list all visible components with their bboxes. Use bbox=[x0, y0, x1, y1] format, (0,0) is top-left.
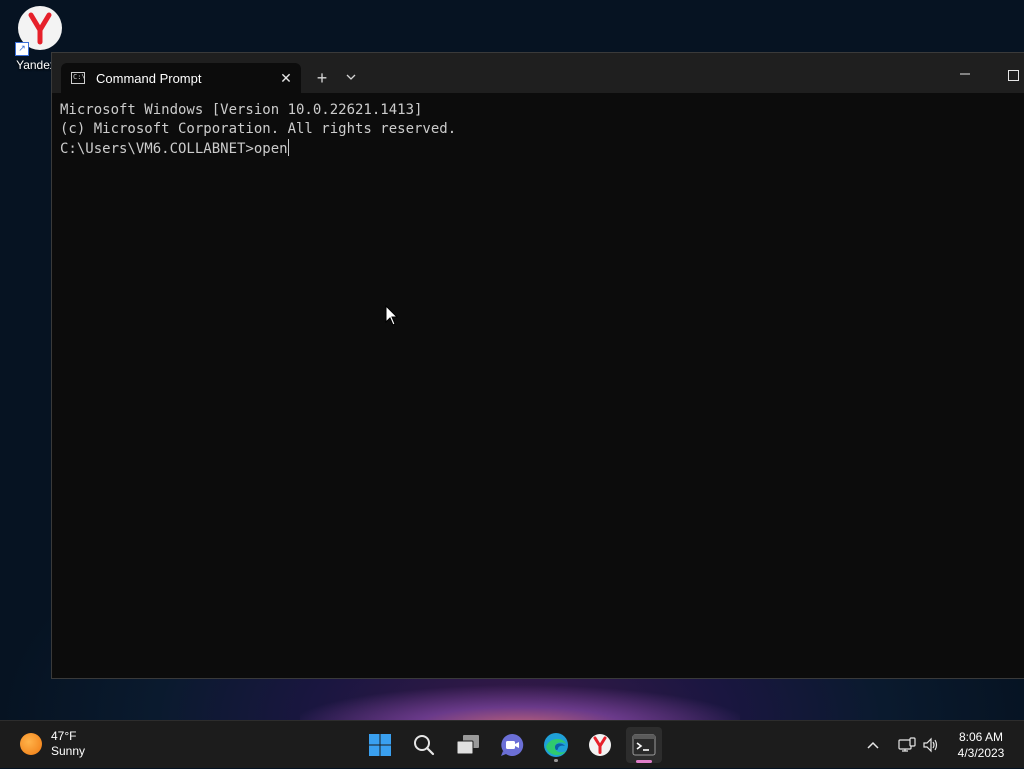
network-icon bbox=[898, 737, 916, 752]
text-cursor bbox=[287, 139, 289, 156]
console-line: Microsoft Windows [Version 10.0.22621.14… bbox=[60, 102, 423, 118]
weather-widget[interactable]: 47°F Sunny bbox=[20, 729, 85, 759]
new-tab-button[interactable]: + bbox=[310, 67, 334, 89]
window-titlebar[interactable]: C:\ Command Prompt ✕ + bbox=[52, 53, 1024, 93]
shortcut-arrow-icon: ↗ bbox=[15, 42, 29, 56]
volume-icon bbox=[923, 737, 938, 753]
clock-time: 8:06 AM bbox=[958, 730, 1004, 744]
camera-chat-icon bbox=[501, 733, 524, 756]
clock[interactable]: 8:06 AM 4/3/2023 bbox=[950, 729, 1012, 761]
yandex-button[interactable] bbox=[582, 727, 618, 763]
tray-overflow-button[interactable] bbox=[866, 721, 886, 769]
tab-title: Command Prompt bbox=[96, 70, 202, 86]
console-prompt-line: C:\Users\VM6.COLLABNET>open bbox=[60, 139, 1024, 159]
mouse-pointer-icon bbox=[385, 304, 399, 332]
yandex-icon bbox=[589, 734, 611, 756]
taskbar: 47°F Sunny 8:06 AM 4/3/2023 bbox=[0, 720, 1024, 768]
console-input-text: C:\Users\VM6.COLLABNET>open bbox=[60, 141, 288, 157]
command-prompt-window: C:\ Command Prompt ✕ + Microsoft Windows… bbox=[51, 52, 1024, 679]
task-view-icon bbox=[456, 735, 479, 755]
clock-date: 4/3/2023 bbox=[957, 746, 1005, 760]
terminal-button[interactable] bbox=[626, 727, 662, 763]
chevron-down-icon[interactable] bbox=[340, 67, 362, 89]
weather-condition: Sunny bbox=[51, 744, 86, 758]
edge-button[interactable] bbox=[538, 727, 574, 763]
console-line: (c) Microsoft Corporation. All rights re… bbox=[60, 121, 457, 137]
network-status[interactable] bbox=[898, 721, 918, 769]
edge-icon bbox=[544, 733, 568, 757]
terminal-icon bbox=[632, 734, 656, 756]
console-output[interactable]: Microsoft Windows [Version 10.0.22621.14… bbox=[60, 101, 1024, 678]
windows-logo-icon bbox=[369, 734, 391, 756]
cmd-icon: C:\ bbox=[71, 72, 86, 84]
minimize-button[interactable] bbox=[942, 63, 988, 85]
active-indicator bbox=[636, 760, 652, 763]
search-icon bbox=[414, 735, 435, 756]
start-button[interactable] bbox=[362, 727, 398, 763]
chevron-up-icon bbox=[867, 741, 879, 749]
volume-control[interactable] bbox=[922, 721, 942, 769]
maximize-icon bbox=[1007, 69, 1019, 81]
maximize-button[interactable] bbox=[990, 63, 1024, 85]
search-button[interactable] bbox=[406, 727, 442, 763]
running-indicator bbox=[554, 759, 558, 762]
tab-command-prompt[interactable]: C:\ Command Prompt ✕ bbox=[61, 63, 301, 93]
teams-chat-button[interactable] bbox=[494, 727, 530, 763]
sun-icon bbox=[20, 733, 42, 755]
weather-temperature: 47°F bbox=[51, 729, 77, 743]
close-tab-button[interactable]: ✕ bbox=[271, 70, 301, 87]
task-view-button[interactable] bbox=[450, 727, 486, 763]
